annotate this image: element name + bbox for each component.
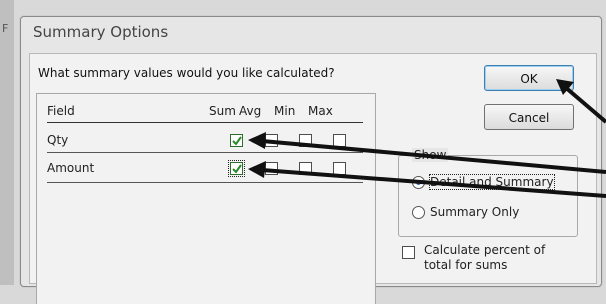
annotation-arrows: [248, 79, 606, 198]
pointer-arrow-qty-sum: [248, 132, 606, 174]
pointer-arrow-ok: [556, 79, 606, 124]
